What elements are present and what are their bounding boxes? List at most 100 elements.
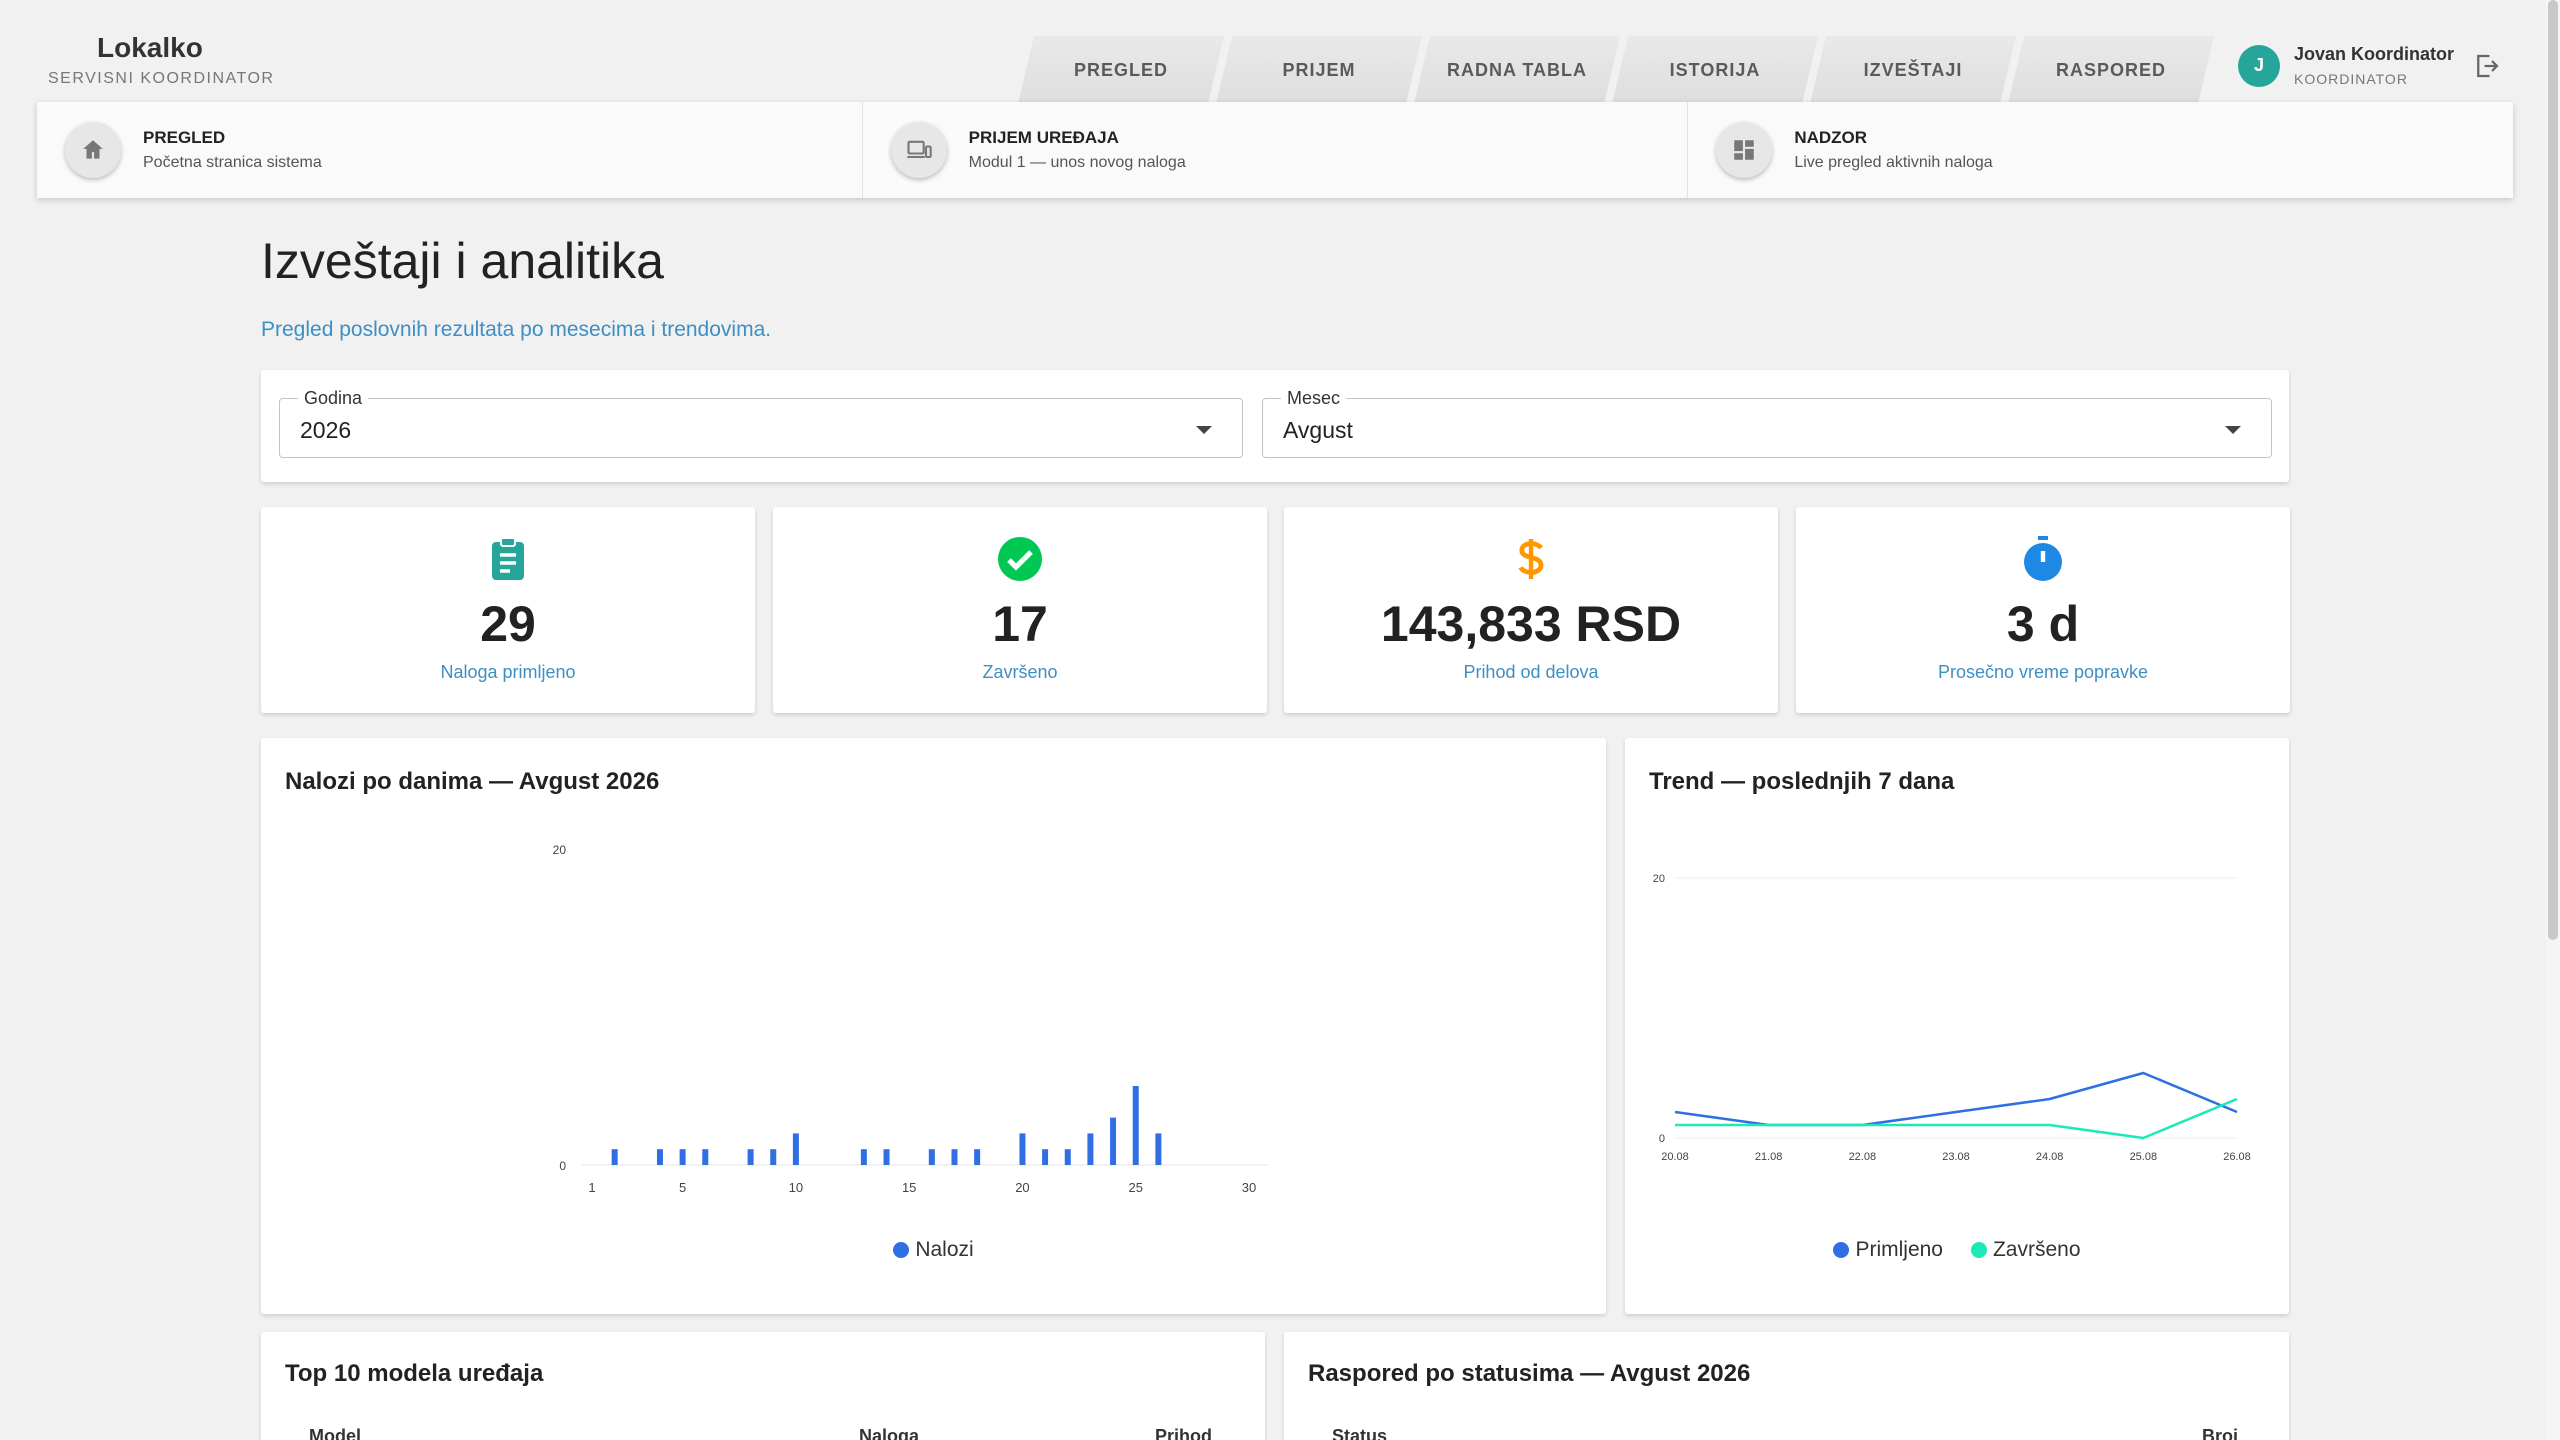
daily-orders-chart: 0201 5 10 15 20 25 30 <box>553 843 1269 1195</box>
bar-day-17 <box>951 1149 958 1165</box>
filter-card: Godina 2026 Mesec Avgust <box>261 370 2289 482</box>
bar-day-14 <box>883 1149 890 1165</box>
kpi-label: Prosečno vreme popravke <box>1937 662 2149 682</box>
column-header[interactable]: Model <box>309 1426 361 1440</box>
brand[interactable]: Lokalko SERVISNI KOORDINATOR <box>48 32 274 88</box>
x-tick-label: 5 <box>679 1180 686 1195</box>
module-title: PREGLED <box>143 128 226 147</box>
kpi-label: Završeno <box>982 662 1058 682</box>
daily-orders-chart-card: Nalozi po danima — Avgust 2026 0 20 1 5 10 15… <box>261 738 1606 1314</box>
dollar-icon <box>1518 539 1544 579</box>
bar-day-25 <box>1132 1086 1139 1165</box>
x-tick-label: 23.08 <box>1942 1151 1970 1163</box>
bar-day-21 <box>1042 1149 1049 1165</box>
kpi-orders-received: 29 Naloga primljeno <box>261 507 755 713</box>
legend-item-primljeno[interactable]: Primljeno <box>1833 1238 1943 1262</box>
module-nadzor[interactable]: NADZOR Live pregled aktivnih naloga <box>1688 102 2513 198</box>
devices-icon <box>890 122 947 178</box>
scrollbar-thumb[interactable] <box>2548 0 2558 940</box>
column-header[interactable]: Prihod <box>1155 1426 1212 1440</box>
dashboard-icon <box>1716 122 1773 178</box>
legend-label: Završeno <box>1992 1238 2081 1261</box>
home-icon <box>65 122 121 178</box>
app-bar: Lokalko SERVISNI KOORDINATOR PREGLED PRI… <box>0 0 2560 100</box>
year-select-label: Godina <box>298 388 369 409</box>
bar-day-13 <box>860 1149 867 1165</box>
bar-day-16 <box>928 1149 935 1165</box>
chevron-down-icon <box>2225 426 2241 434</box>
tab-raspored[interactable]: RASPORED <box>2008 36 2214 104</box>
legend-dot <box>1833 1242 1850 1258</box>
tab-pregled[interactable]: PREGLED <box>1018 36 1224 104</box>
timer-icon <box>2024 536 2062 581</box>
bar-day-24 <box>1110 1117 1117 1165</box>
bar-day-20 <box>1019 1133 1026 1165</box>
user-menu[interactable]: J Jovan Koordinator KOORDINATOR <box>2238 44 2502 87</box>
clipboard-icon <box>492 537 524 580</box>
chart-legend: Nalozi <box>261 1238 1606 1262</box>
legend-label: Primljeno <box>1855 1238 1943 1261</box>
kpi-avg-repair-time: 3 d Prosečno vreme popravke <box>1796 507 2290 713</box>
x-tick-label: 20.08 <box>1661 1151 1689 1163</box>
top-models-card: Top 10 modela uređaja Model Naloga Priho… <box>261 1332 1265 1440</box>
bar-day-2 <box>611 1149 618 1165</box>
column-header[interactable]: Broj <box>2202 1426 2238 1440</box>
bar-day-5 <box>679 1149 686 1165</box>
legend-dot <box>1970 1242 1987 1258</box>
bar-day-23 <box>1087 1133 1094 1165</box>
bar-day-6 <box>702 1149 709 1165</box>
series-line-zavrseno <box>1675 1097 2238 1140</box>
kpi-label: Prihod od delova <box>1463 662 1599 682</box>
legend-label: Nalozi <box>915 1238 974 1261</box>
x-tick-label: 24.08 <box>2036 1151 2064 1163</box>
x-tick-label: 1 <box>588 1180 595 1195</box>
bar-day-26 <box>1155 1133 1162 1165</box>
trend-chart-card: Trend — poslednjih 7 dana 0 20 20.08 21.08 2… <box>1625 738 2289 1314</box>
module-title: NADZOR <box>1794 128 1868 147</box>
page-title: Izveštaji i analitika <box>261 233 664 289</box>
avatar: J <box>2238 44 2280 87</box>
bar-day-8 <box>747 1149 754 1165</box>
legend-dot <box>893 1242 910 1258</box>
month-select[interactable]: Mesec Avgust <box>1262 388 2272 458</box>
brand-name: Lokalko <box>97 32 203 63</box>
tab-izvestaji[interactable]: IZVEŠTAJI <box>1810 36 2016 104</box>
brand-subtitle: SERVISNI KOORDINATOR <box>48 70 275 87</box>
x-tick-label: 25.08 <box>2130 1151 2158 1163</box>
module-title: PRIJEM UREĐAJA <box>968 128 1119 147</box>
tab-prijem[interactable]: PRIJEM <box>1216 36 1422 104</box>
user-role: KOORDINATOR <box>2294 71 2408 87</box>
card-title: Raspored po statusima — Avgust 2026 <box>1308 1360 1751 1387</box>
page-scrollbar[interactable] <box>2546 0 2560 1440</box>
bar-day-18 <box>974 1149 981 1165</box>
tab-istorija[interactable]: ISTORIJA <box>1612 36 1818 104</box>
kpi-value: 3 d <box>2006 596 2080 652</box>
kpi-value: 29 <box>480 596 536 652</box>
x-tick-label: 21.08 <box>1755 1151 1783 1163</box>
page-subtitle: Pregled poslovnih rezultata po mesecima … <box>261 318 772 341</box>
x-tick-label: 25 <box>1128 1180 1142 1195</box>
module-subtitle: Početna stranica sistema <box>143 154 322 171</box>
user-name: Jovan Koordinator <box>2294 44 2455 64</box>
month-select-label: Mesec <box>1281 388 1347 409</box>
kpi-parts-revenue: 143,833 RSD Prihod od delova <box>1284 507 1778 713</box>
card-title: Top 10 modela uređaja <box>285 1360 544 1387</box>
year-select[interactable]: Godina 2026 <box>279 388 1243 458</box>
x-tick-label: 10 <box>789 1180 803 1195</box>
module-prijem-uredjaja[interactable]: PRIJEM UREĐAJA Modul 1 — unos novog nalo… <box>863 102 1689 198</box>
kpi-value: 17 <box>992 596 1048 652</box>
x-tick-label: 20 <box>1015 1180 1029 1195</box>
module-strip: PREGLED Početna stranica sistema PRIJEM … <box>37 102 2513 198</box>
y-tick-label: 0 <box>1659 1133 1665 1145</box>
logout-icon[interactable] <box>2472 51 2502 81</box>
module-pregled[interactable]: PREGLED Početna stranica sistema <box>37 102 863 198</box>
column-header[interactable]: Naloga <box>859 1426 919 1440</box>
y-tick-label: 20 <box>1653 873 1665 885</box>
legend-item-nalozi[interactable]: Nalozi <box>893 1238 974 1262</box>
year-select-value: 2026 <box>300 417 352 443</box>
legend-item-zavrseno[interactable]: Završeno <box>1970 1238 2081 1262</box>
series-line-primljeno <box>1674 1071 2238 1127</box>
bar-day-9 <box>770 1149 777 1165</box>
tab-radna-tabla[interactable]: RADNA TABLA <box>1414 36 1620 104</box>
column-header[interactable]: Status <box>1332 1426 1387 1440</box>
